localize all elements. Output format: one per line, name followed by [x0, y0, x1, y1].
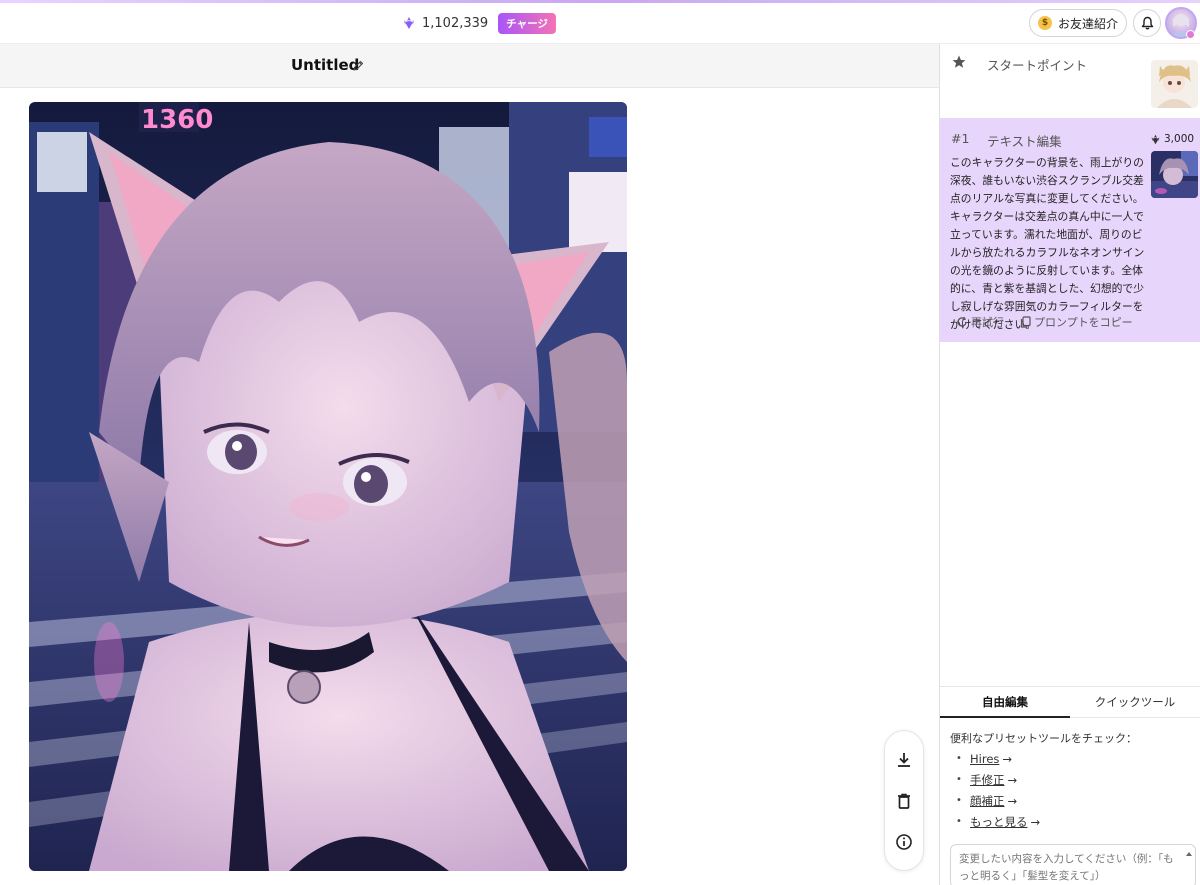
arrow-right-icon: → — [1007, 793, 1018, 808]
download-icon — [898, 752, 910, 767]
credit-amount: 1,102,339 — [422, 15, 489, 31]
preset-link-hires[interactable]: Hires — [970, 752, 999, 766]
image-action-rail — [884, 730, 924, 871]
history-start-item[interactable]: スタートポイント — [940, 44, 1200, 118]
top-bar: 1,102,339 チャージ $ お友達紹介 — [0, 3, 1200, 44]
step-thumbnail[interactable] — [1151, 151, 1198, 198]
retry-button[interactable]: 再試行 — [956, 314, 1004, 330]
tab-free-edit[interactable]: 自由編集 — [940, 687, 1070, 718]
referral-label: お友達紹介 — [1057, 16, 1118, 31]
arrow-right-icon: → — [1030, 814, 1041, 829]
editor-title-bar: Untitled — [0, 44, 939, 88]
trash-icon — [898, 793, 910, 809]
edit-mode-tabs: 自由編集 クイックツール — [940, 686, 1200, 718]
preset-item-hand-fix: • 手修正 → — [956, 769, 1040, 790]
start-point-label: スタートポイント — [987, 58, 1088, 73]
notifications-button[interactable] — [1133, 9, 1161, 37]
avatar-status-badge — [1186, 30, 1195, 39]
step-prompt-text: このキャラクターの背景を、雨上がりの深夜、誰もいない渋谷スクランブル交差点のリア… — [950, 156, 1145, 331]
copy-prompt-label: プロンプトをコピー — [1034, 316, 1133, 329]
pencil-icon[interactable] — [352, 59, 365, 72]
bullet: • — [956, 795, 962, 806]
step-cost-value: 3,000 — [1164, 133, 1195, 145]
preset-link-more[interactable]: もっと見る — [970, 814, 1028, 830]
arrow-right-icon: → — [1007, 772, 1018, 787]
preset-item-hires: • Hires → — [956, 748, 1040, 769]
copy-icon — [1020, 316, 1031, 328]
bullet: • — [956, 774, 962, 785]
cat-girl-illustration: 1360 — [29, 102, 627, 871]
bell-icon — [1141, 16, 1153, 30]
preset-tools-heading: 便利なプリセットツールをチェック： — [950, 732, 1137, 745]
start-thumbnail-image — [1151, 60, 1198, 108]
referral-button[interactable]: $ お友達紹介 — [1029, 9, 1127, 37]
preset-tools-list: • Hires → • 手修正 → • 顔補正 → • もっと見る → — [956, 748, 1040, 832]
credit-balance: 1,102,339 チャージ — [402, 12, 556, 34]
tab-quick-tools[interactable]: クイックツール — [1070, 687, 1200, 718]
preset-item-face-fix: • 顔補正 → — [956, 790, 1040, 811]
start-thumbnail[interactable] — [1151, 60, 1198, 108]
bullet: • — [956, 753, 962, 764]
step-label: テキスト編集 — [987, 134, 1062, 149]
svg-text:1360: 1360 — [141, 105, 213, 135]
charge-button[interactable]: チャージ — [498, 12, 556, 34]
preset-link-face-fix[interactable]: 顔補正 — [970, 793, 1005, 809]
info-button[interactable] — [890, 828, 918, 856]
editor-main: Untitled 1360 — [0, 44, 939, 885]
generated-image: 1360 — [29, 102, 627, 871]
info-icon — [896, 833, 912, 850]
step-actions: 再試行 プロンプトをコピー — [956, 314, 1133, 330]
retry-icon — [957, 316, 967, 327]
document-title[interactable]: Untitled — [291, 56, 359, 74]
copy-prompt-button[interactable]: プロンプトをコピー — [1020, 314, 1133, 330]
download-button[interactable] — [890, 746, 918, 774]
credit-gem-icon — [1151, 134, 1160, 144]
bullet: • — [956, 816, 962, 827]
input-scroll-arrow[interactable] — [1186, 850, 1192, 858]
step-cost: 3,000 — [1150, 133, 1194, 145]
history-sidebar: スタートポイント #1 テキスト編集 3,000 このキャラクターの背景を、雨上… — [939, 44, 1200, 885]
preset-item-more: • もっと見る → — [956, 811, 1040, 832]
step-thumbnail-image — [1151, 151, 1198, 198]
credit-gem-icon — [404, 17, 414, 29]
star-icon — [952, 55, 966, 68]
edit-prompt-input[interactable] — [950, 844, 1196, 885]
preset-link-hand-fix[interactable]: 手修正 — [970, 772, 1005, 788]
retry-label: 再試行 — [971, 316, 1004, 329]
history-step-card[interactable]: #1 テキスト編集 3,000 このキャラクターの背景を、雨上がりの深夜、誰もい… — [940, 118, 1200, 342]
step-number: #1 — [951, 131, 970, 146]
delete-button[interactable] — [890, 787, 918, 815]
arrow-right-icon: → — [1002, 751, 1013, 766]
money-bag-icon: $ — [1037, 16, 1052, 30]
